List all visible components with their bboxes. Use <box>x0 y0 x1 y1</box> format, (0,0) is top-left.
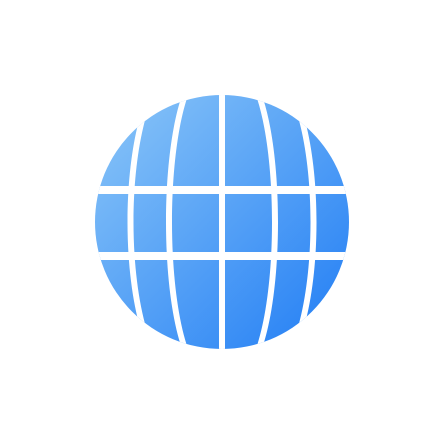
globe-icon <box>95 95 349 349</box>
icon-canvas <box>0 0 444 444</box>
